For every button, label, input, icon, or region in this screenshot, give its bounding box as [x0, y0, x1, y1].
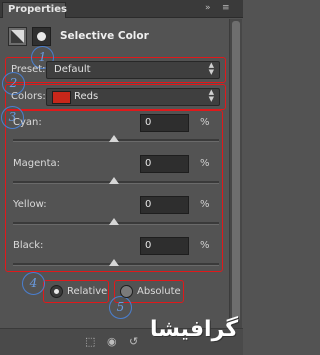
black-value: 0	[145, 240, 152, 251]
dropdown-arrows-icon: ▲ ▼	[208, 88, 214, 103]
scrollbar-knob[interactable]	[232, 21, 240, 321]
colors-label: Colors:	[11, 91, 46, 102]
annotation-marker-4: 4	[22, 272, 45, 295]
menu-icon[interactable]: ≡	[222, 3, 230, 13]
preset-value: Default	[54, 64, 91, 75]
cyan-label: Cyan:	[13, 117, 42, 128]
magenta-field[interactable]: 0	[140, 155, 189, 173]
cyan-value: 0	[145, 117, 152, 128]
watermark-text: گرافیشا	[150, 317, 239, 342]
cyan-slider-thumb[interactable]	[109, 135, 119, 142]
black-label: Black:	[13, 240, 44, 251]
colors-dropdown[interactable]: Reds ▲ ▼	[46, 88, 220, 106]
black-field[interactable]: 0	[140, 237, 189, 255]
adjustment-layer-icon[interactable]	[8, 27, 27, 46]
absolute-label[interactable]: Absolute	[137, 286, 181, 297]
panel-scrollbar[interactable]	[229, 19, 242, 329]
magenta-unit: %	[200, 158, 210, 169]
clip-to-layer-icon[interactable]: ⬚	[85, 335, 95, 348]
reset-icon[interactable]: ↺	[129, 335, 138, 348]
tab-properties[interactable]: Properties	[2, 2, 67, 18]
yellow-unit: %	[200, 199, 210, 210]
absolute-radio[interactable]	[120, 285, 133, 298]
view-previous-icon[interactable]: ◉	[107, 335, 117, 348]
magenta-label: Magenta:	[13, 158, 61, 169]
black-slider-thumb[interactable]	[109, 259, 119, 266]
tab-label: Properties	[8, 4, 67, 15]
relative-radio[interactable]	[50, 285, 63, 298]
preset-label: Preset:	[11, 64, 46, 75]
yellow-field[interactable]: 0	[140, 196, 189, 214]
double-chevron-icon[interactable]: »	[205, 3, 211, 13]
preset-dropdown[interactable]: Default ▲ ▼	[46, 61, 220, 79]
black-unit: %	[200, 240, 210, 251]
yellow-value: 0	[145, 199, 152, 210]
dropdown-arrows-icon: ▲ ▼	[208, 61, 214, 76]
adjustment-title: Selective Color	[60, 30, 149, 42]
yellow-label: Yellow:	[13, 199, 47, 210]
magenta-value: 0	[145, 158, 152, 169]
properties-panel: Properties » ≡ Selective Color 1 2 3 4 5…	[0, 0, 243, 355]
cyan-unit: %	[200, 117, 210, 128]
yellow-slider-thumb[interactable]	[109, 218, 119, 225]
annotation-marker-5: 5	[109, 296, 132, 319]
panel-title-bar: Properties » ≡	[0, 0, 243, 18]
relative-label[interactable]: Relative	[67, 286, 107, 297]
mask-icon[interactable]	[32, 27, 51, 46]
colors-value: Reds	[74, 91, 99, 102]
color-swatch	[52, 91, 71, 104]
cyan-field[interactable]: 0	[140, 114, 189, 132]
magenta-slider-thumb[interactable]	[109, 177, 119, 184]
